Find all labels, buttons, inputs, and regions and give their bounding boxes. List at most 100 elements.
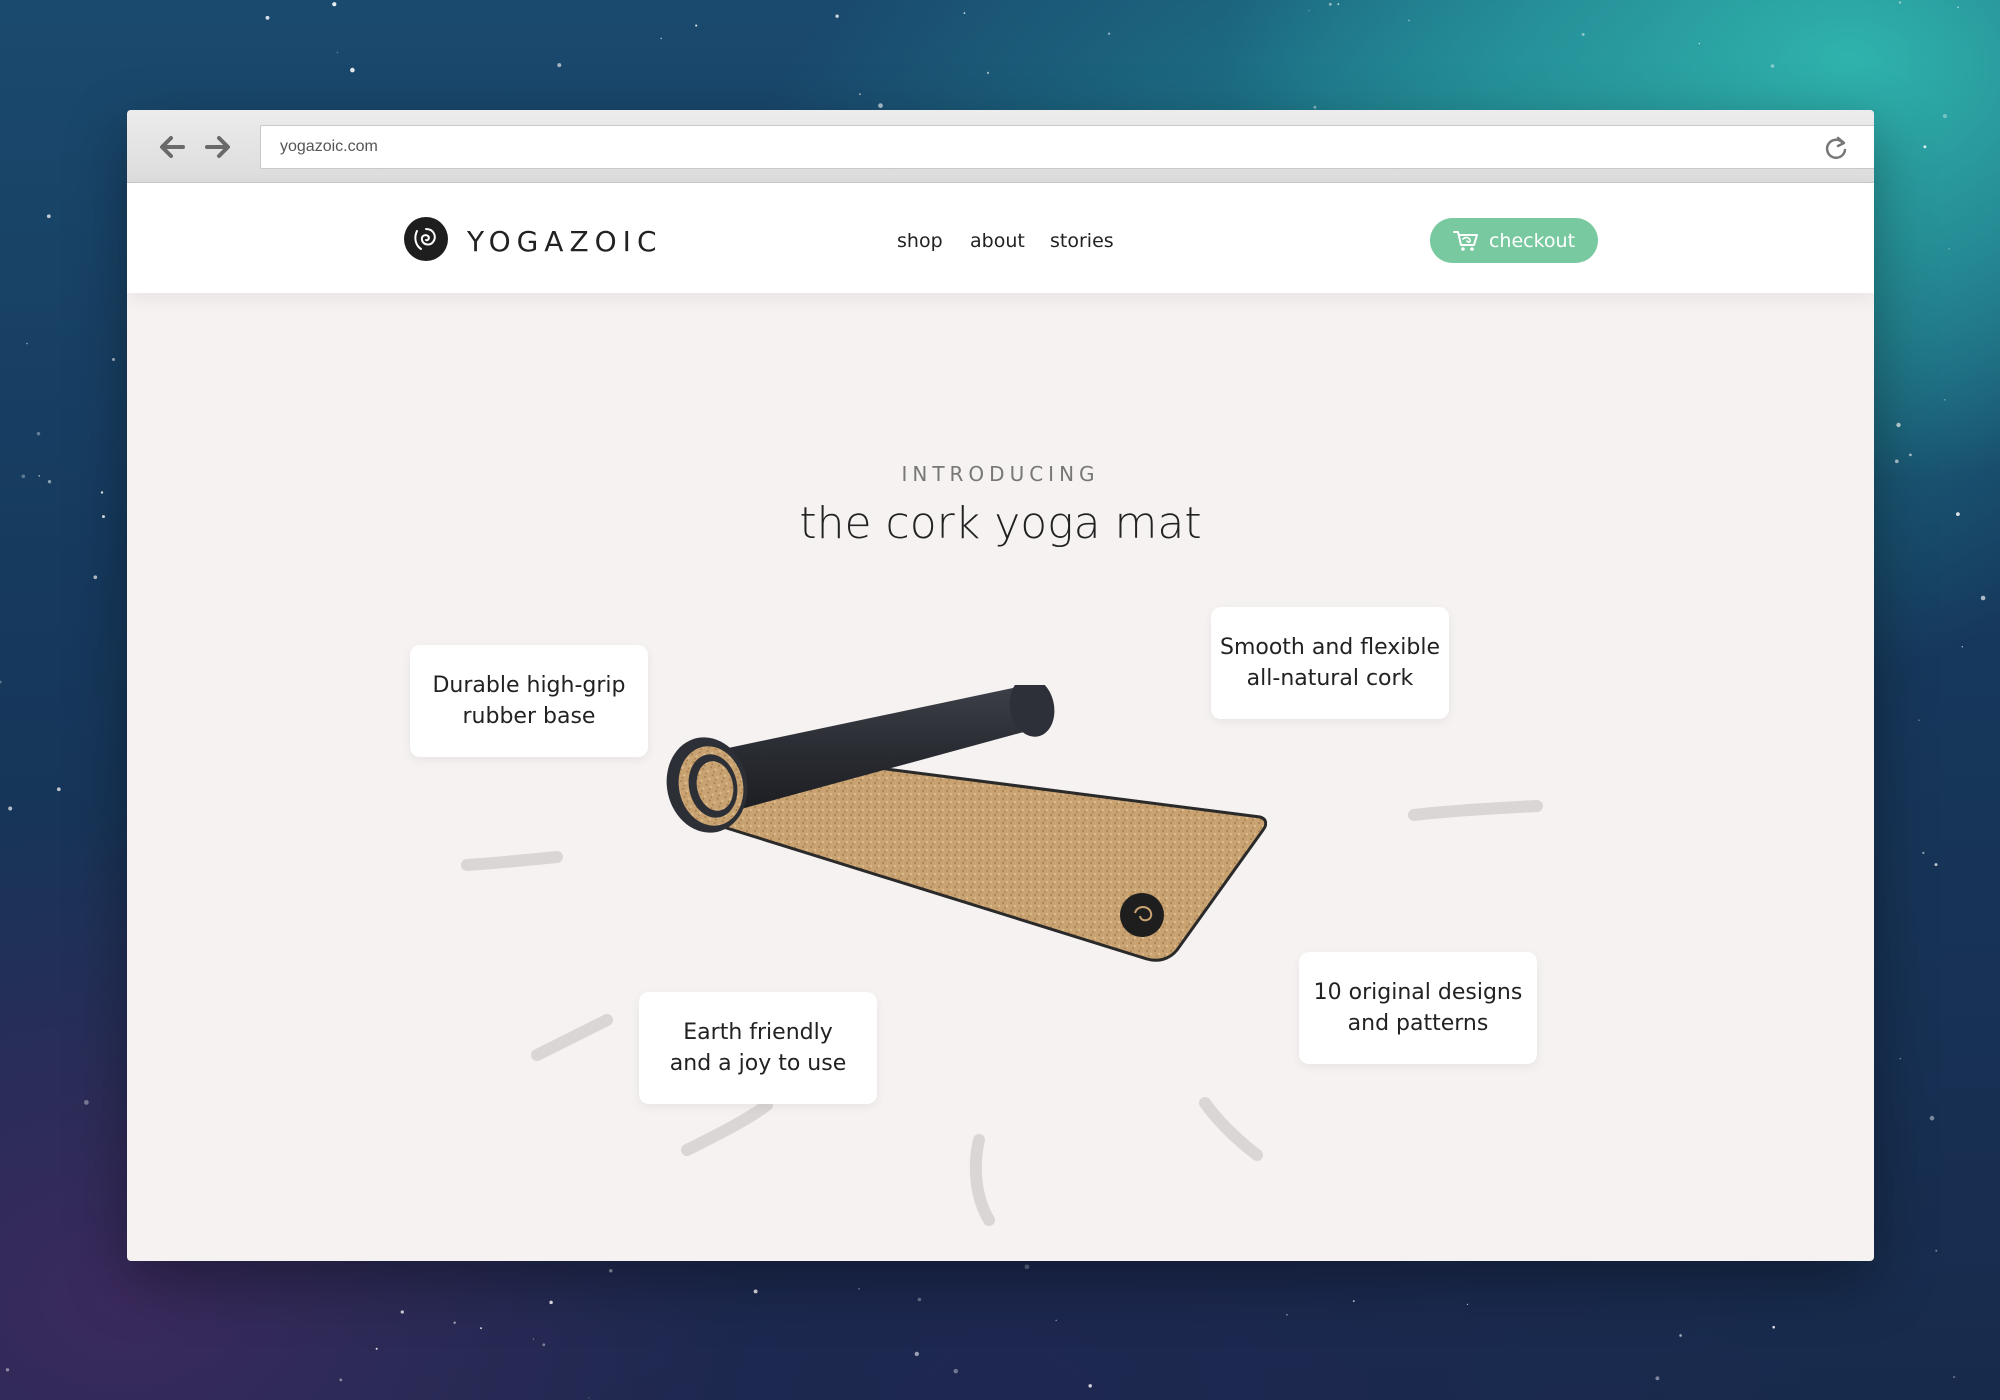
star	[1772, 1325, 1775, 1329]
star	[38, 475, 41, 477]
star	[102, 515, 105, 519]
cart-icon	[1452, 230, 1478, 251]
address-url: yogazoic.com	[280, 138, 378, 155]
star	[858, 1288, 860, 1290]
star	[1286, 1314, 1288, 1316]
star	[46, 214, 51, 219]
star	[350, 67, 355, 73]
star	[1055, 1319, 1057, 1322]
star	[332, 2, 337, 7]
star	[1655, 1376, 1660, 1381]
star	[542, 1343, 546, 1347]
star	[835, 14, 839, 18]
cork-yoga-mat-image	[666, 685, 1267, 962]
address-bar[interactable]	[260, 125, 1874, 169]
star	[963, 12, 966, 15]
star	[1894, 459, 1899, 464]
star	[1024, 1264, 1030, 1270]
star	[8, 806, 13, 811]
star	[1088, 1384, 1092, 1388]
star	[1909, 453, 1912, 457]
feature-grip-line1: Durable high-grip	[432, 673, 626, 698]
star	[914, 1351, 919, 1357]
star	[1944, 399, 1946, 401]
star	[917, 1297, 922, 1302]
star	[532, 1338, 535, 1340]
star	[1935, 1249, 1938, 1252]
star	[1918, 719, 1920, 721]
feature-card-cork: Smooth and flexible all-natural cork	[1211, 607, 1449, 719]
star	[265, 15, 270, 20]
star	[1679, 1334, 1682, 1337]
logo-icon[interactable]	[404, 217, 448, 261]
feature-card-earth: Earth friendly and a joy to use	[639, 992, 877, 1104]
star	[47, 480, 52, 484]
feature-cork-line2: all-natural cork	[1246, 666, 1414, 691]
star	[26, 342, 28, 345]
star	[112, 358, 115, 361]
star	[21, 474, 26, 479]
star	[339, 1378, 343, 1382]
star	[336, 51, 339, 54]
star	[1948, 247, 1951, 250]
star	[1980, 595, 1986, 601]
feature-grip-line2: rubber base	[462, 704, 596, 729]
star	[588, 1397, 590, 1399]
star	[549, 1300, 553, 1305]
feature-card-grip: Durable high-grip rubber base	[410, 645, 648, 757]
star	[695, 24, 698, 27]
browser-window: yogazoic.com YOGAZOIC shop about stories…	[127, 110, 1874, 1261]
checkout-button[interactable]: checkout	[1430, 218, 1598, 263]
star	[953, 1368, 959, 1374]
star	[1961, 646, 1963, 648]
star	[1923, 145, 1927, 149]
star	[1328, 2, 1332, 6]
star	[1898, 1, 1902, 4]
star	[1929, 1115, 1935, 1121]
star	[5, 1368, 10, 1372]
star	[1770, 64, 1775, 68]
star	[0, 680, 2, 684]
back-arrow-icon[interactable]	[155, 132, 189, 162]
star	[557, 63, 562, 68]
star	[453, 1321, 456, 1325]
star	[1337, 3, 1340, 6]
star	[100, 491, 104, 494]
star	[93, 575, 98, 580]
feature-card-designs: 10 original designs and patterns	[1299, 952, 1537, 1064]
hero-eyebrow: INTRODUCING	[901, 462, 1100, 486]
star	[479, 1327, 483, 1330]
star	[1956, 512, 1960, 516]
nav-shop[interactable]: shop	[897, 230, 943, 252]
star	[1896, 422, 1901, 428]
feature-earth-line1: Earth friendly	[683, 1020, 833, 1045]
feature-designs-line1: 10 original designs	[1313, 980, 1523, 1005]
star	[1466, 1303, 1469, 1306]
star	[1352, 1300, 1355, 1303]
nav-about[interactable]: about	[970, 230, 1025, 252]
brand-name[interactable]: YOGAZOIC	[467, 225, 663, 258]
star	[1408, 19, 1410, 22]
star	[375, 1347, 378, 1350]
site-header: YOGAZOIC shop about stories checkout	[127, 183, 1874, 293]
star	[1934, 863, 1938, 867]
star	[859, 93, 861, 95]
star	[1698, 42, 1700, 45]
nav-stories[interactable]: stories	[1050, 230, 1114, 252]
star	[400, 1310, 404, 1314]
reload-icon[interactable]	[1823, 135, 1849, 161]
star	[1942, 114, 1947, 119]
star	[986, 71, 990, 74]
star	[56, 787, 61, 792]
feature-designs-line2: and patterns	[1347, 1011, 1489, 1036]
star	[36, 431, 41, 436]
star	[660, 37, 662, 40]
feature-cork-line1: Smooth and flexible	[1219, 635, 1440, 660]
star	[1313, 105, 1317, 109]
star	[1957, 6, 1959, 8]
forward-arrow-icon[interactable]	[201, 132, 235, 162]
feature-earth-line2: and a joy to use	[669, 1051, 847, 1076]
checkout-label: checkout	[1488, 229, 1576, 252]
star	[609, 1269, 613, 1273]
star	[1107, 32, 1111, 35]
